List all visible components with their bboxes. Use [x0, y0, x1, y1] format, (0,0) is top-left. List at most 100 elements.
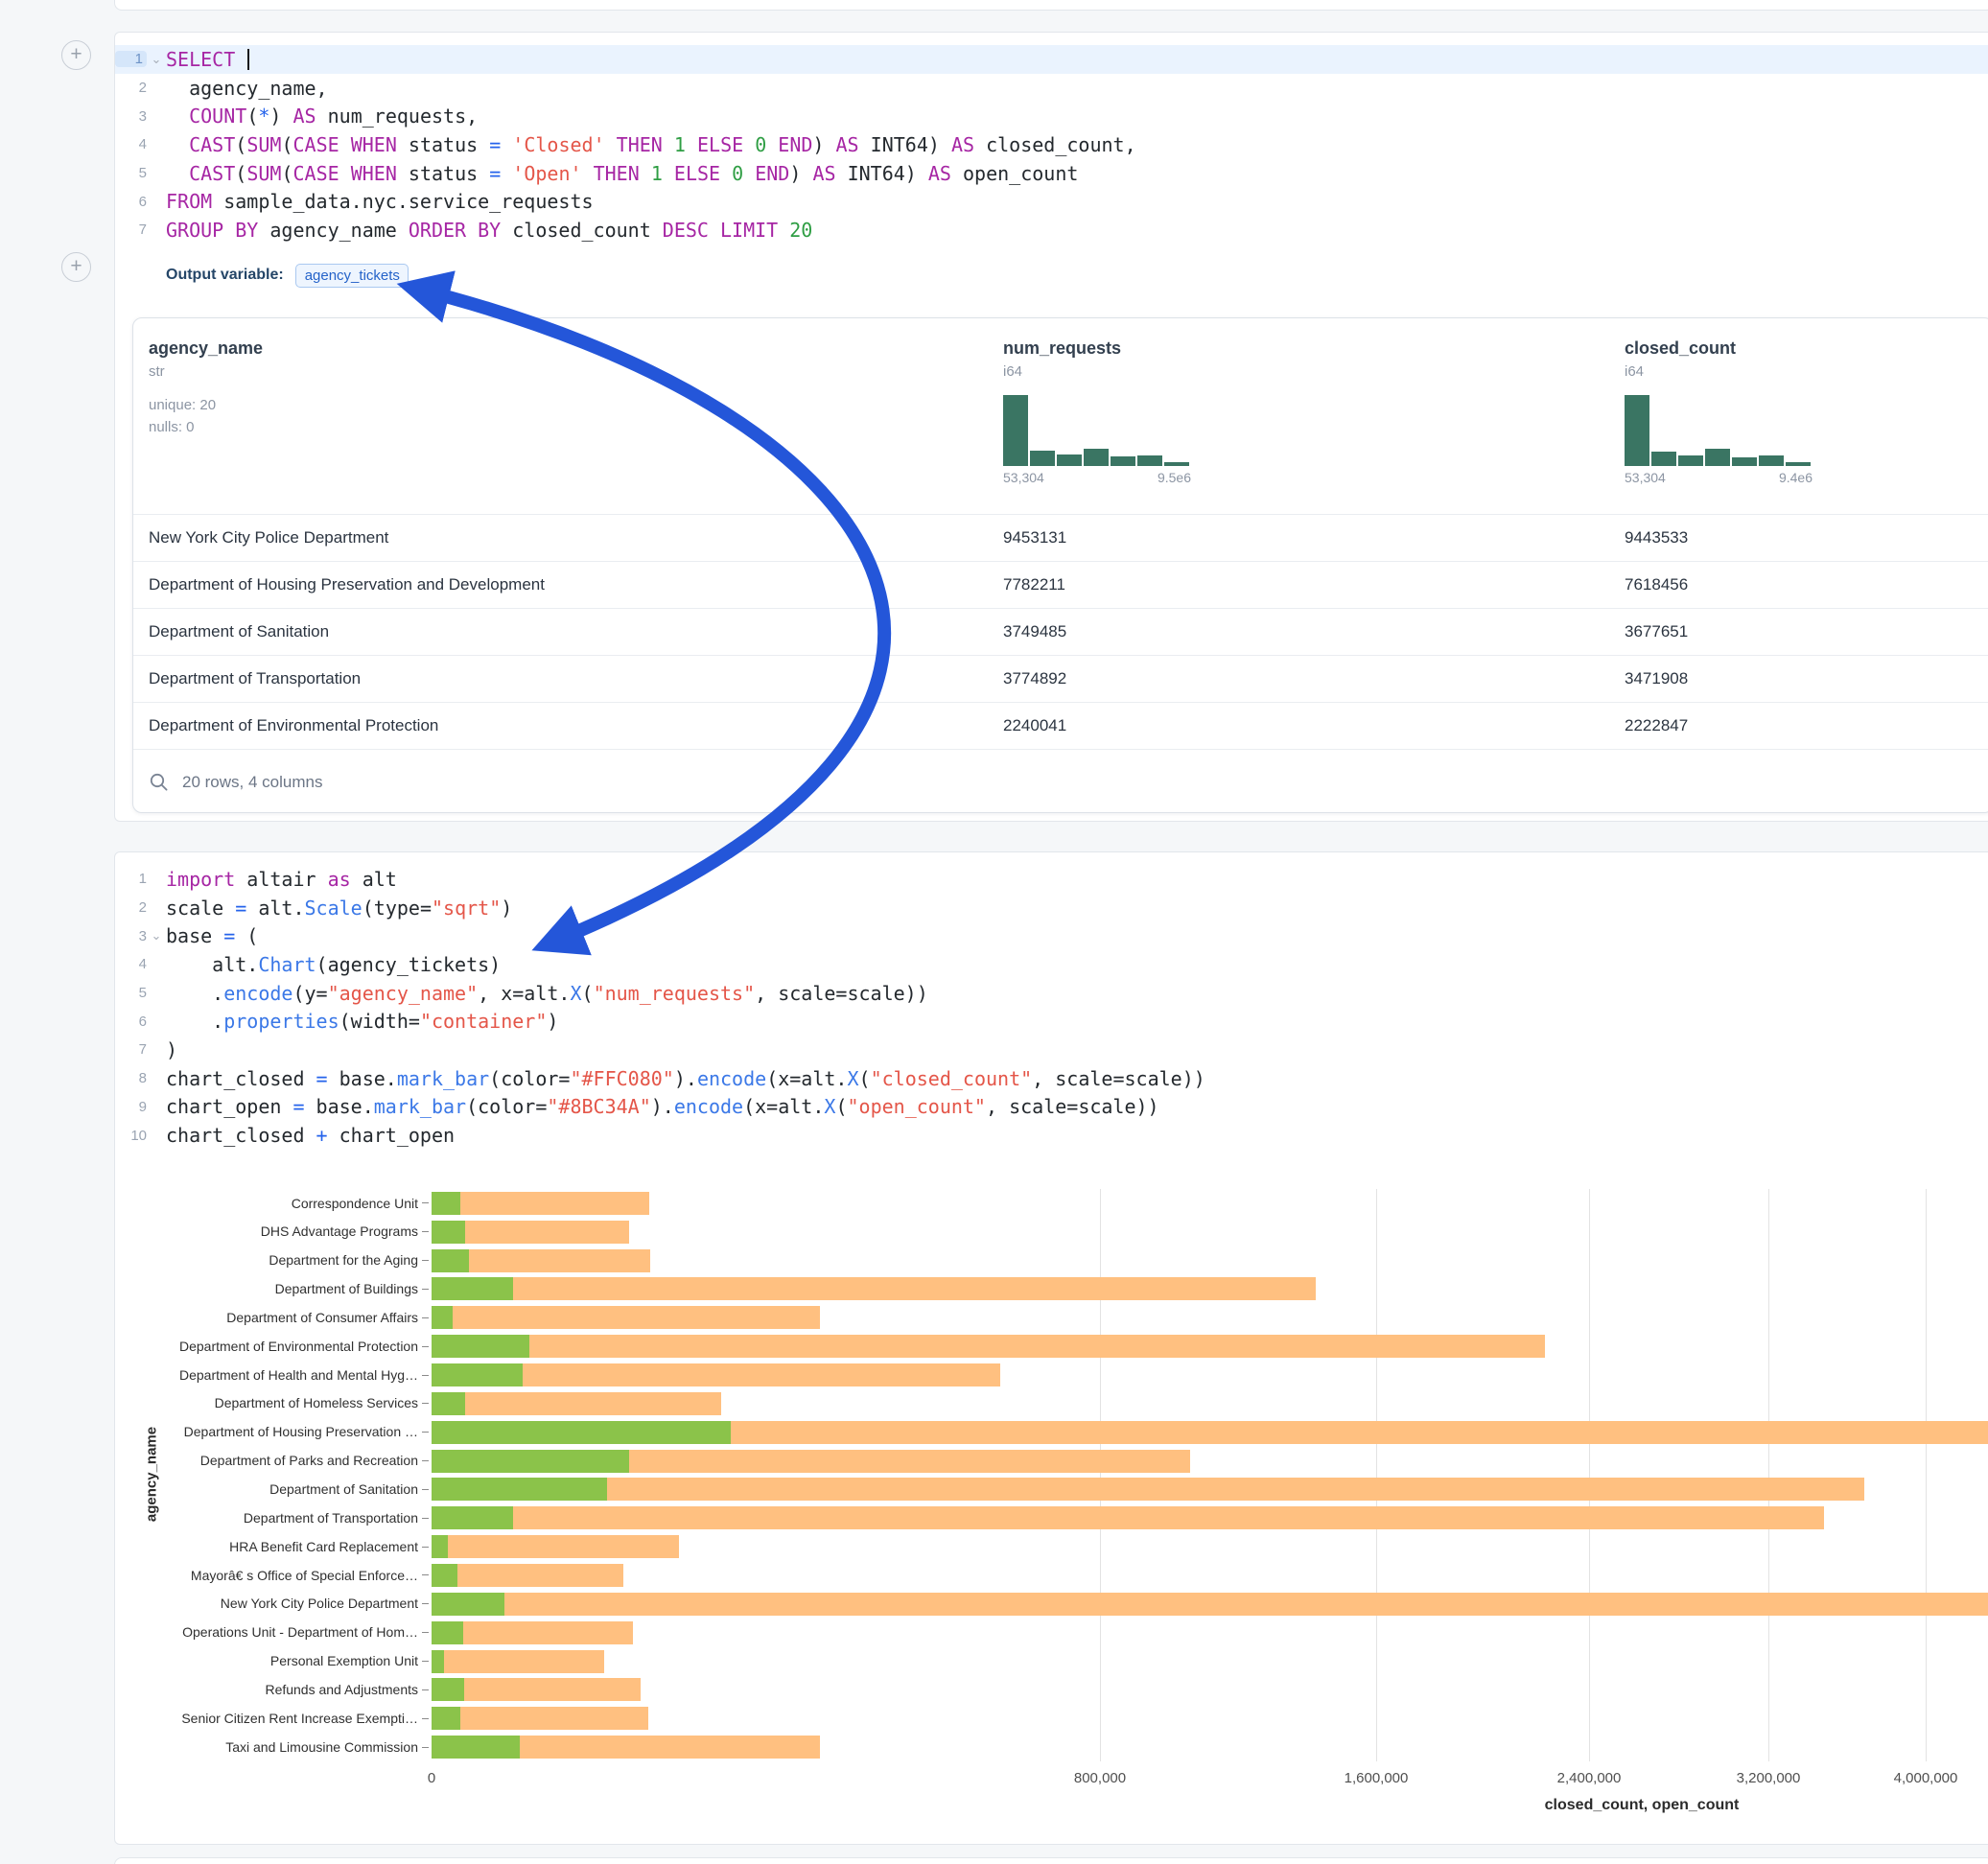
code-token: DESC: [663, 219, 709, 242]
code-token: 1: [674, 133, 686, 156]
row-column-count: 20 rows, 4 columns: [182, 773, 322, 792]
code-token: ): [789, 162, 812, 185]
y-tick-mark: [422, 1603, 429, 1604]
code-line[interactable]: 2 agency_name,: [115, 74, 1988, 103]
code-token: AS: [928, 162, 951, 185]
open-count-bar: [432, 1421, 731, 1444]
code-token: closed_count: [501, 219, 663, 242]
table-row[interactable]: Department of Environmental Protection22…: [133, 702, 1988, 749]
table-row[interactable]: Department of Sanitation37494853677651: [133, 608, 1988, 655]
open-count-bar: [432, 1277, 513, 1300]
code-token: [605, 133, 617, 156]
y-tick-mark: [422, 1689, 429, 1690]
table-column-header[interactable]: closed_counti6453,3049.4e6: [1625, 318, 1813, 485]
open-count-bar: [432, 1335, 529, 1358]
code-token: AS: [293, 105, 316, 128]
search-icon[interactable]: [149, 772, 170, 793]
code-line[interactable]: 1⌄SELECT: [115, 45, 1988, 74]
y-tick-mark: [422, 1518, 429, 1519]
table-row[interactable]: Department of Housing Preservation and D…: [133, 561, 1988, 608]
y-category-label: Department of Health and Mental Hyg…: [173, 1367, 418, 1384]
chart-gridline: [1926, 1189, 1927, 1761]
output-variable-label: Output variable:: [166, 267, 284, 284]
code-token: [778, 219, 789, 242]
code-line[interactable]: 3 COUNT(*) AS num_requests,: [115, 102, 1988, 130]
code-token: COUNT: [189, 105, 246, 128]
y-tick-mark: [422, 1403, 429, 1404]
column-type: i64: [1625, 359, 1813, 380]
fold-chevron-icon[interactable]: ⌄: [147, 52, 166, 67]
code-token: num_requests,: [316, 105, 479, 128]
y-tick-mark: [422, 1432, 429, 1433]
code-token: 1: [651, 162, 663, 185]
line-number: 5: [115, 165, 147, 181]
column-name: closed_count: [1625, 318, 1813, 359]
code-text: CAST(SUM(CASE WHEN status = 'Closed' THE…: [166, 133, 1136, 156]
code-token: *: [258, 105, 269, 128]
histogram-bar: [1786, 462, 1811, 466]
table-column-header[interactable]: num_requestsi6453,3049.5e6: [1003, 318, 1191, 485]
code-token: =: [489, 133, 501, 156]
code-token: [640, 162, 651, 185]
chart-gridline: [1768, 1189, 1769, 1761]
histogram-bar: [1759, 455, 1784, 466]
code-line[interactable]: 5 CAST(SUM(CASE WHEN status = 'Open' THE…: [115, 159, 1988, 188]
code-line[interactable]: 7GROUP BY agency_name ORDER BY closed_co…: [115, 216, 1988, 245]
y-tick-mark: [422, 1375, 429, 1376]
code-token: [743, 162, 755, 185]
y-category-label: Taxi and Limousine Commission: [173, 1739, 418, 1756]
code-token: END: [755, 162, 789, 185]
code-token: CAST: [189, 162, 235, 185]
add-cell-button[interactable]: +: [61, 40, 91, 70]
histogram-bar: [1003, 395, 1028, 466]
code-token: [501, 133, 512, 156]
table-row[interactable]: New York City Police Department945313194…: [133, 514, 1988, 561]
column-meta: unique: 20: [149, 397, 263, 413]
code-token: (: [281, 133, 292, 156]
sql-cell[interactable]: 1⌄SELECT 2 agency_name,3 COUNT(*) AS num…: [114, 32, 1988, 822]
code-line[interactable]: 6FROM sample_data.nyc.service_requests: [115, 187, 1988, 216]
closed-count-bar: [432, 1564, 623, 1587]
histogram-bar: [1084, 449, 1109, 466]
open-count-bar: [432, 1478, 607, 1501]
python-cell[interactable]: 1import altair as alt2scale = alt.Scale(…: [114, 851, 1988, 1845]
x-tick-label: 800,000: [1033, 1770, 1167, 1786]
column-type: str: [149, 359, 263, 380]
code-token: CASE: [292, 133, 339, 156]
code-token: AS: [951, 133, 974, 156]
code-text: SELECT: [166, 48, 249, 71]
code-token: 'Open': [512, 162, 581, 185]
notebook-canvas: { "icons": { "plus": "+" }, "colors": { …: [0, 0, 1988, 1864]
line-gutter: 4: [115, 136, 166, 152]
code-token: AS: [836, 133, 859, 156]
code-token: [743, 133, 755, 156]
code-token: [686, 133, 697, 156]
code-token: [720, 162, 732, 185]
column-meta: nulls: 0: [149, 419, 263, 435]
code-text: FROM sample_data.nyc.service_requests: [166, 190, 594, 213]
code-token: CAST: [189, 133, 235, 156]
table-column-header[interactable]: agency_namestrunique: 20nulls: 0: [149, 318, 263, 435]
output-variable-chip[interactable]: agency_tickets: [295, 264, 409, 288]
code-text: GROUP BY agency_name ORDER BY closed_cou…: [166, 219, 812, 242]
table-cell: 7618456: [1625, 562, 1688, 608]
code-token: INT64): [859, 133, 951, 156]
code-line[interactable]: 4 CAST(SUM(CASE WHEN status = 'Closed' T…: [115, 130, 1988, 159]
histogram-bar: [1732, 457, 1757, 466]
table-row[interactable]: Department of Transportation377489234719…: [133, 655, 1988, 702]
add-cell-button[interactable]: +: [61, 252, 91, 282]
code-token: 0: [755, 133, 766, 156]
line-gutter: 7: [115, 221, 166, 238]
code-token: [766, 133, 778, 156]
table-footer: 20 rows, 4 columns: [133, 749, 1988, 813]
table-cell: 9453131: [1003, 515, 1066, 561]
table-cell: 3677651: [1625, 609, 1688, 655]
code-token: SUM: [246, 133, 281, 156]
sql-code-editor[interactable]: 1⌄SELECT 2 agency_name,3 COUNT(*) AS num…: [115, 45, 1988, 245]
y-tick-mark: [422, 1718, 429, 1719]
table-cell: 3471908: [1625, 656, 1688, 702]
y-tick-mark: [422, 1460, 429, 1461]
line-number: 1: [115, 51, 147, 67]
y-category-label: Operations Unit - Department of Hom…: [173, 1624, 418, 1641]
code-token: closed_count,: [974, 133, 1136, 156]
